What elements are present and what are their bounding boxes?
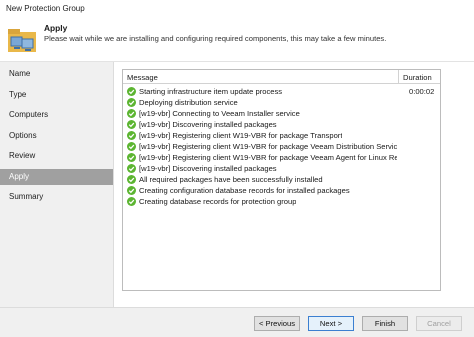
log-message: [w19-vbr] Connecting to Veeam Installer …	[139, 109, 300, 118]
column-header-message[interactable]: Message	[127, 73, 158, 82]
finish-button[interactable]: Finish	[362, 316, 408, 331]
step-name[interactable]: Name	[0, 66, 113, 82]
step-apply[interactable]: Apply	[0, 169, 113, 185]
log-message: [w19-vbr] Registering client W19-VBR for…	[139, 131, 343, 140]
column-header-duration[interactable]: Duration	[403, 73, 432, 82]
log-message: [w19-vbr] Discovering installed packages	[139, 120, 277, 129]
log-message: Deploying distribution service	[139, 98, 238, 107]
success-check-icon	[127, 87, 136, 96]
step-summary[interactable]: Summary	[0, 189, 113, 205]
wizard-steps: Name Type Computers Options Review Apply…	[0, 62, 114, 307]
log-row: Starting infrastructure item update proc…	[123, 86, 440, 97]
log-message: Creating configuration database records …	[139, 186, 350, 195]
success-check-icon	[127, 197, 136, 206]
log-row: [w19-vbr] Discovering installed packages	[123, 119, 440, 130]
step-review[interactable]: Review	[0, 148, 113, 164]
success-check-icon	[127, 109, 136, 118]
step-type[interactable]: Type	[0, 87, 113, 103]
log-row: [w19-vbr] Connecting to Veeam Installer …	[123, 108, 440, 119]
log-row: Creating database records for protection…	[123, 196, 440, 207]
success-check-icon	[127, 186, 136, 195]
log-message: [w19-vbr] Registering client W19-VBR for…	[139, 142, 397, 151]
page-title: Apply	[44, 23, 68, 33]
log-row: [w19-vbr] Registering client W19-VBR for…	[123, 130, 440, 141]
log-message: Starting infrastructure item update proc…	[139, 87, 283, 96]
success-check-icon	[127, 131, 136, 140]
protection-group-icon	[8, 29, 36, 52]
apply-panel: Message Duration Starting infrastructure…	[114, 62, 474, 307]
log-message: [w19-vbr] Discovering installed packages	[139, 164, 277, 173]
wizard-footer: < Previous Next > Finish Cancel	[0, 307, 474, 337]
next-button[interactable]: Next >	[308, 316, 354, 331]
cancel-button[interactable]: Cancel	[416, 316, 462, 331]
log-message: Creating database records for protection…	[139, 197, 297, 206]
log-row: [w19-vbr] Discovering installed packages	[123, 163, 440, 174]
log-message: [w19-vbr] Registering client W19-VBR for…	[139, 153, 397, 162]
log-row: Creating configuration database records …	[123, 185, 440, 196]
log-row: All required packages have been successf…	[123, 174, 440, 185]
log-row: [w19-vbr] Registering client W19-VBR for…	[123, 152, 440, 163]
log-duration: 0:00:02	[409, 87, 435, 96]
success-check-icon	[127, 175, 136, 184]
window-title: New Protection Group	[0, 0, 474, 18]
previous-button[interactable]: < Previous	[254, 316, 300, 331]
wizard-header: Apply Please wait while we are installin…	[0, 18, 474, 62]
log-grid-header: Message Duration	[123, 70, 440, 84]
success-check-icon	[127, 153, 136, 162]
success-check-icon	[127, 164, 136, 173]
log-grid[interactable]: Message Duration Starting infrastructure…	[122, 69, 441, 291]
log-row: [w19-vbr] Registering client W19-VBR for…	[123, 141, 440, 152]
success-check-icon	[127, 120, 136, 129]
log-message: All required packages have been successf…	[139, 175, 323, 184]
log-row: Deploying distribution service	[123, 97, 440, 108]
column-divider[interactable]	[398, 70, 399, 84]
success-check-icon	[127, 142, 136, 151]
success-check-icon	[127, 98, 136, 107]
step-computers[interactable]: Computers	[0, 107, 113, 123]
step-options[interactable]: Options	[0, 128, 113, 144]
page-subtitle: Please wait while we are installing and …	[44, 34, 387, 43]
